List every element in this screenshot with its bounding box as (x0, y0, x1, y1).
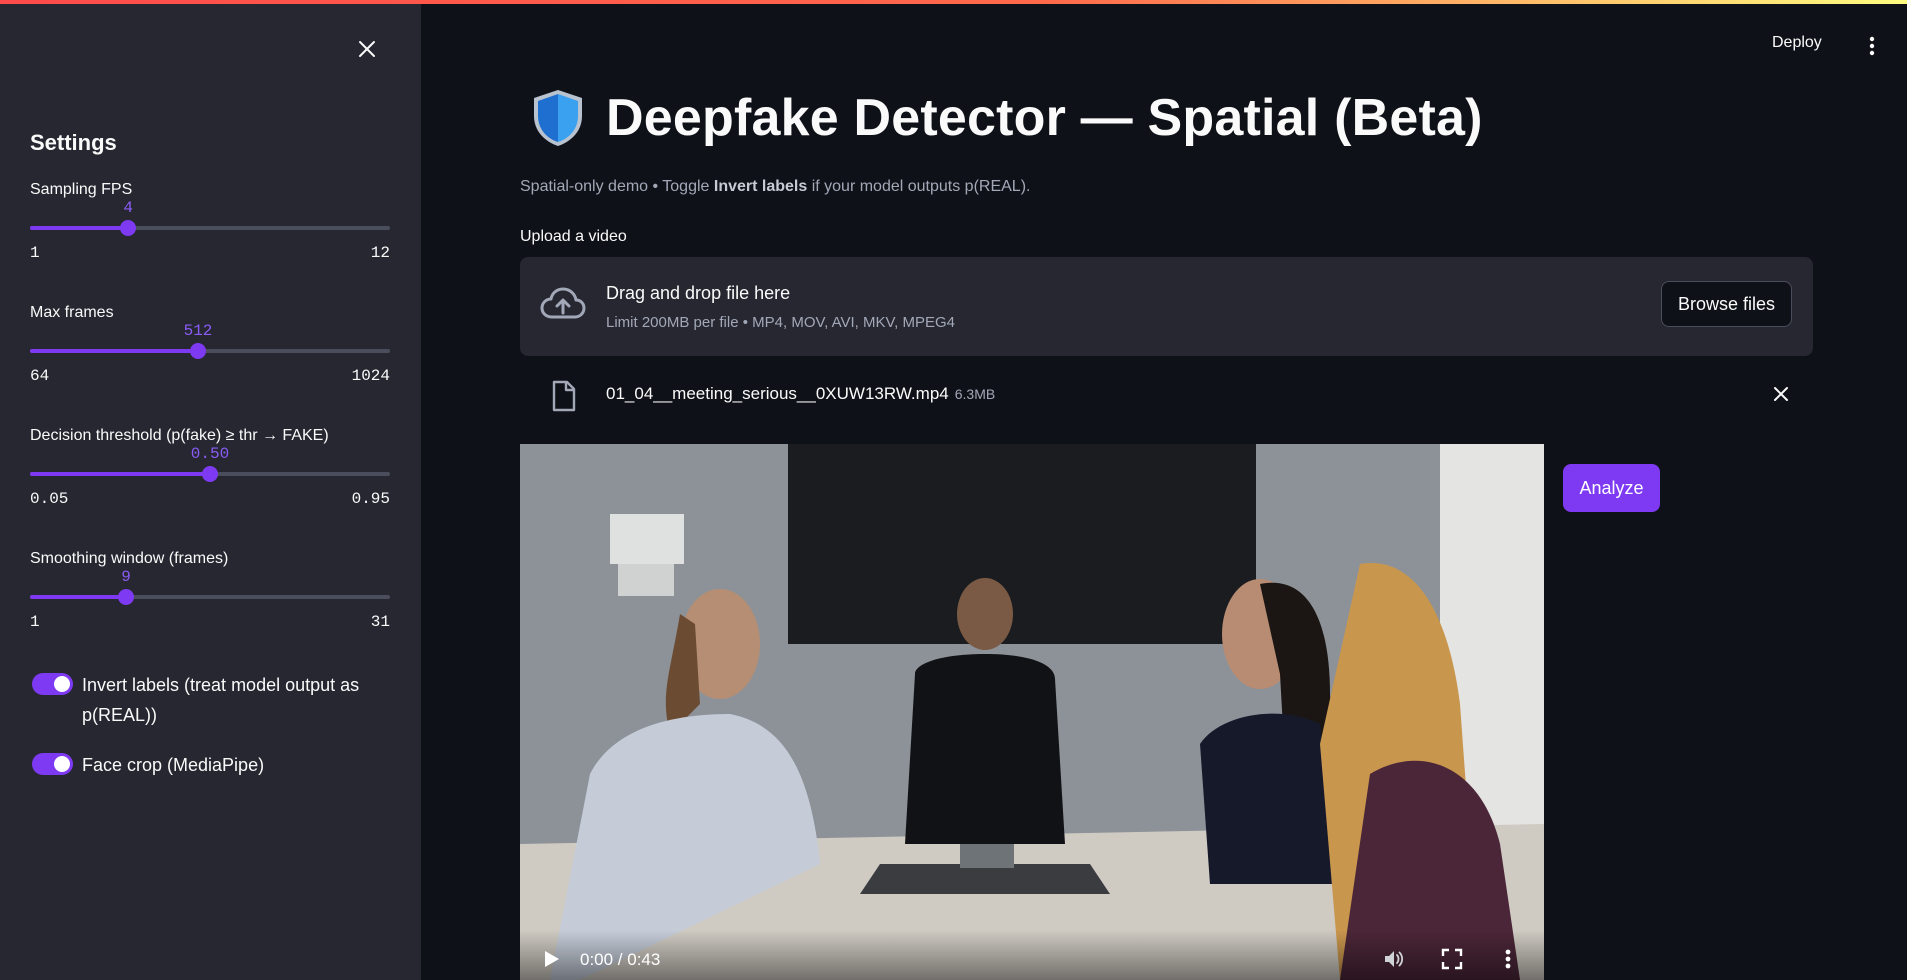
slider-label: Smoothing window (frames) (30, 550, 229, 567)
shield-icon (534, 90, 582, 146)
slider-thumb[interactable] (120, 220, 137, 236)
slider-max: 1024 (351, 367, 390, 385)
slider-track[interactable]: 4 (30, 199, 390, 236)
video-more-icon[interactable] (1498, 947, 1518, 971)
toggle-knob (54, 756, 70, 772)
slider-min: 1 (30, 613, 40, 631)
toggle-label: Face crop (MediaPipe) (82, 755, 265, 775)
smoothing-window-slider[interactable]: Smoothing window (frames) 9 1 31 (30, 550, 390, 660)
slider-max: 31 (370, 613, 390, 631)
slider-min: 64 (30, 367, 50, 385)
video-frame (520, 444, 1544, 980)
caption-bold: Invert labels (713, 178, 808, 195)
file-dropzone[interactable]: Drag and drop file here Limit 200MB per … (520, 257, 1813, 356)
remove-file-icon[interactable] (1769, 382, 1793, 406)
slider-thumb[interactable] (190, 343, 206, 359)
caption-text: Spatial-only demo • Toggle (520, 178, 714, 195)
dropzone-limit: Limit 200MB per file • MP4, MOV, AVI, MK… (606, 314, 955, 331)
slider-min: 1 (30, 244, 40, 262)
toggle-knob (54, 676, 70, 692)
top-decoration-bar (0, 0, 1907, 4)
slider-label: Sampling FPS (30, 181, 133, 198)
slider-track[interactable]: 9 (30, 568, 390, 605)
dropzone-title: Drag and drop file here (606, 283, 791, 303)
sampling-fps-slider[interactable]: Sampling FPS 4 1 12 (30, 181, 390, 291)
slider-fill (30, 595, 126, 599)
analyze-button[interactable]: Analyze (1563, 464, 1660, 512)
sidebar: Settings Sampling FPS 4 1 12 Max frames … (0, 0, 421, 980)
slider-fill (30, 472, 210, 476)
slider-value: 0.50 (190, 445, 230, 463)
file-icon (552, 380, 576, 412)
slider-value: 512 (183, 322, 213, 340)
slider-max: 0.95 (351, 490, 390, 508)
toggle-switch[interactable] (32, 673, 73, 695)
video-player[interactable]: 0:00 / 0:43 (520, 444, 1544, 980)
file-name: 01_04__meeting_serious__0XUW13RW.mp4 6.3M… (606, 384, 995, 404)
browse-files-button[interactable]: Browse files (1661, 281, 1792, 327)
toggle-label: Invert labels (treat model output as p(R… (82, 675, 360, 725)
video-time: 0:00 / 0:43 (580, 950, 661, 969)
upload-label: Upload a video (520, 228, 627, 245)
slider-thumb[interactable] (202, 466, 218, 482)
page-title: Deepfake Detector — Spatial (Beta) (606, 89, 1483, 147)
sidebar-close-icon[interactable] (352, 34, 382, 64)
deploy-button[interactable]: Deploy (1772, 34, 1822, 52)
uploaded-file-row: 01_04__meeting_serious__0XUW13RW.mp4 6.3M… (520, 370, 1813, 418)
settings-title: Settings (30, 130, 117, 155)
slider-fill (30, 226, 129, 230)
invert-labels-toggle[interactable]: Invert labels (treat model output as p(R… (32, 670, 402, 730)
slider-thumb[interactable] (118, 589, 134, 605)
decision-threshold-slider[interactable]: Decision threshold (p(fake) ≥ thr → FAKE… (30, 427, 390, 537)
volume-icon[interactable] (1382, 947, 1406, 971)
page-title-row: Deepfake Detector — Spatial (Beta) (530, 88, 1483, 148)
slider-value: 9 (121, 568, 131, 586)
slider-track[interactable]: 512 (30, 322, 390, 359)
caption-text-end: if your model outputs p(REAL). (807, 178, 1031, 195)
slider-track[interactable]: 0.50 (30, 445, 390, 482)
play-icon[interactable] (540, 948, 562, 970)
file-size: 6.3MB (954, 386, 996, 402)
slider-fill (30, 349, 198, 353)
slider-value: 4 (123, 199, 133, 217)
fullscreen-icon[interactable] (1440, 947, 1464, 971)
cloud-upload-icon (540, 287, 586, 319)
file-name-text: 01_04__meeting_serious__0XUW13RW.mp4 (606, 384, 949, 403)
toggle-switch[interactable] (32, 753, 73, 775)
slider-label: Max frames (30, 304, 114, 321)
main-menu-icon[interactable] (1862, 34, 1882, 58)
slider-min: 0.05 (30, 490, 69, 508)
max-frames-slider[interactable]: Max frames 512 64 1024 (30, 304, 390, 414)
slider-max: 12 (370, 244, 390, 262)
slider-label: Decision threshold (p(fake) ≥ thr → FAKE… (30, 427, 329, 444)
page-caption: Spatial-only demo • Toggle Invert labels… (520, 178, 1030, 196)
face-crop-toggle[interactable]: Face crop (MediaPipe) (32, 750, 402, 780)
